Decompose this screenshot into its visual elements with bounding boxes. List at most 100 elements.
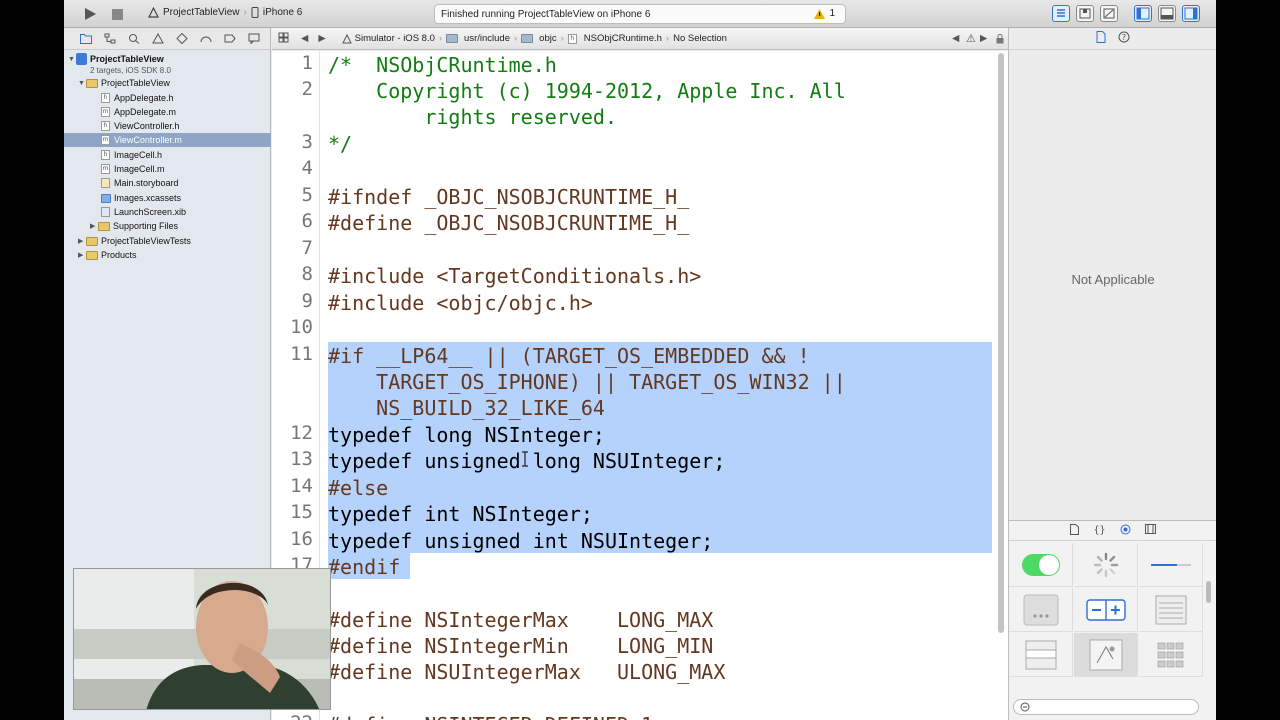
line-number: 2 bbox=[301, 78, 313, 100]
issue-navigator-tab[interactable] bbox=[146, 32, 170, 46]
breakpoint-icon bbox=[224, 34, 236, 43]
line-number: 16 bbox=[290, 528, 313, 550]
library-item-stepper[interactable] bbox=[1074, 588, 1138, 632]
diamond-icon bbox=[176, 33, 188, 44]
library-item-activity-indicator[interactable] bbox=[1074, 543, 1138, 587]
warning-indicator[interactable]: 1 bbox=[814, 8, 835, 19]
forward-button[interactable]: ▶ bbox=[318, 33, 325, 44]
test-navigator-tab[interactable] bbox=[170, 32, 194, 46]
lock-icon[interactable] bbox=[996, 34, 1004, 47]
line-number: 9 bbox=[301, 290, 313, 312]
code-snippet-library-tab[interactable]: {} bbox=[1093, 525, 1105, 536]
breakpoint-navigator-tab[interactable] bbox=[218, 32, 242, 46]
group-name: ProjectTableViewTests bbox=[101, 236, 191, 246]
line-number: 6 bbox=[301, 210, 313, 232]
grid-icon bbox=[278, 32, 289, 42]
file-template-library-tab[interactable] bbox=[1070, 523, 1080, 538]
group-name: ProjectTableView bbox=[101, 78, 170, 88]
tree-row-file[interactable]: m AppDelegate.m bbox=[64, 105, 271, 119]
file-name: Images.xcassets bbox=[114, 193, 182, 203]
find-navigator-tab[interactable] bbox=[122, 32, 146, 46]
folder-icon bbox=[86, 78, 98, 88]
back-button[interactable]: ◀ bbox=[301, 33, 308, 44]
switch-icon bbox=[1021, 553, 1060, 576]
code-line: #ifndef _OBJC_NSOBJCRUNTIME_H_ bbox=[328, 185, 690, 209]
tree-row-file[interactable]: Images.xcassets bbox=[64, 191, 271, 205]
webcam-overlay bbox=[73, 568, 331, 710]
breadcrumb-item[interactable]: objc bbox=[521, 33, 557, 44]
library-item-progress-view[interactable] bbox=[1139, 543, 1203, 587]
line-number: 4 bbox=[301, 157, 313, 179]
help-icon: ? bbox=[1118, 31, 1129, 42]
library-item-page-control[interactable] bbox=[1009, 588, 1073, 632]
source-editor[interactable]: 1 2 3 4 5 6 7 8 9 10 11 12 13 14 15 16 1… bbox=[272, 51, 1008, 720]
disclosure-closed-icon[interactable]: ▶ bbox=[78, 251, 86, 259]
report-navigator-tab[interactable] bbox=[242, 32, 266, 46]
tree-row-file[interactable]: m ImageCell.m bbox=[64, 162, 271, 176]
tree-row-group[interactable]: ▶ ProjectTableViewTests bbox=[64, 234, 271, 248]
simulator-icon bbox=[341, 33, 352, 43]
version-editor-button[interactable] bbox=[1100, 5, 1118, 22]
tree-row-group[interactable]: ▶ Supporting Files bbox=[64, 219, 271, 233]
scheme-selector[interactable]: ProjectTableView › iPhone 6 bbox=[148, 7, 302, 18]
device-icon bbox=[251, 7, 259, 18]
warning-outline-icon bbox=[152, 33, 164, 44]
object-library-tab[interactable] bbox=[1120, 524, 1131, 538]
toggle-debug-area-button[interactable] bbox=[1158, 5, 1176, 22]
symbol-navigator-tab[interactable] bbox=[98, 32, 122, 46]
library-item-switch[interactable] bbox=[1009, 543, 1073, 587]
quick-help-tab[interactable]: ? bbox=[1118, 30, 1130, 48]
breadcrumb-item[interactable]: Simulator - iOS 8.0 bbox=[341, 33, 435, 44]
tree-row-file-selected[interactable]: m ViewController.m bbox=[64, 133, 271, 147]
circle-target-icon bbox=[1120, 524, 1131, 534]
toggle-navigator-button[interactable] bbox=[1134, 5, 1152, 22]
tree-row-file[interactable]: LaunchScreen.xib bbox=[64, 205, 271, 219]
scheme-target-label: ProjectTableView bbox=[163, 7, 240, 18]
tree-row-file[interactable]: Main.storyboard bbox=[64, 176, 271, 190]
debug-navigator-tab[interactable] bbox=[194, 32, 218, 46]
related-items-button[interactable] bbox=[278, 32, 289, 46]
disclosure-open-icon[interactable]: ▼ bbox=[68, 56, 76, 63]
app-target-icon bbox=[148, 7, 159, 18]
scheme-device-label: iPhone 6 bbox=[262, 7, 303, 18]
code-line: typedef unsigned int NSUInteger; bbox=[328, 529, 714, 553]
folder-icon bbox=[86, 236, 98, 246]
editor-scrollbar[interactable] bbox=[998, 53, 1004, 633]
stop-button[interactable] bbox=[110, 6, 124, 22]
disclosure-closed-icon[interactable]: ▶ bbox=[78, 237, 86, 245]
library-item-table-view-cell[interactable] bbox=[1009, 633, 1073, 677]
activity-status-bar: Finished running ProjectTableView on iPh… bbox=[434, 4, 846, 24]
assistant-editor-button[interactable] bbox=[1076, 5, 1094, 22]
tree-row-file[interactable]: h ViewController.h bbox=[64, 119, 271, 133]
inspector-tabs: ? bbox=[1009, 28, 1216, 50]
tree-row-group[interactable]: ▶ Products bbox=[64, 248, 271, 262]
file-inspector-tab[interactable] bbox=[1096, 30, 1106, 48]
breadcrumb-item[interactable]: h NSObjCRuntime.h bbox=[567, 33, 662, 44]
run-button[interactable] bbox=[82, 6, 98, 22]
toggle-utilities-button[interactable] bbox=[1182, 5, 1200, 22]
header-file-icon: h bbox=[101, 121, 110, 131]
folder-icon bbox=[446, 34, 459, 43]
breadcrumb-item[interactable]: usr/include bbox=[446, 33, 510, 44]
library-scrollbar[interactable] bbox=[1206, 581, 1211, 603]
disclosure-open-icon[interactable]: ▼ bbox=[78, 80, 86, 87]
library-item-image-view[interactable] bbox=[1074, 633, 1138, 677]
media-library-tab[interactable] bbox=[1144, 524, 1156, 537]
library-item-table-view[interactable] bbox=[1139, 588, 1203, 632]
tree-row-file[interactable]: h ImageCell.h bbox=[64, 148, 271, 162]
previous-issue-button[interactable]: ◀ bbox=[952, 33, 959, 44]
library-filter-field[interactable] bbox=[1013, 699, 1199, 715]
project-navigator-tab[interactable] bbox=[74, 32, 98, 46]
tree-row-file[interactable]: h AppDelegate.h bbox=[64, 91, 271, 105]
tree-row-group[interactable]: ▼ ProjectTableView bbox=[64, 76, 271, 90]
warning-icon bbox=[814, 8, 826, 19]
standard-editor-button[interactable] bbox=[1052, 5, 1070, 22]
code-area[interactable]: /* NSObjCRuntime.h Copyright (c) 1994-20… bbox=[328, 51, 992, 720]
issue-indicator[interactable]: ⚠ bbox=[966, 32, 976, 45]
disclosure-closed-icon[interactable]: ▶ bbox=[90, 222, 98, 230]
storyboard-icon bbox=[101, 178, 110, 188]
breadcrumb-item[interactable]: No Selection bbox=[673, 33, 727, 44]
line-number: 7 bbox=[301, 237, 313, 259]
next-issue-button[interactable]: ▶ bbox=[980, 33, 987, 44]
library-item-collection-view[interactable] bbox=[1139, 633, 1203, 677]
